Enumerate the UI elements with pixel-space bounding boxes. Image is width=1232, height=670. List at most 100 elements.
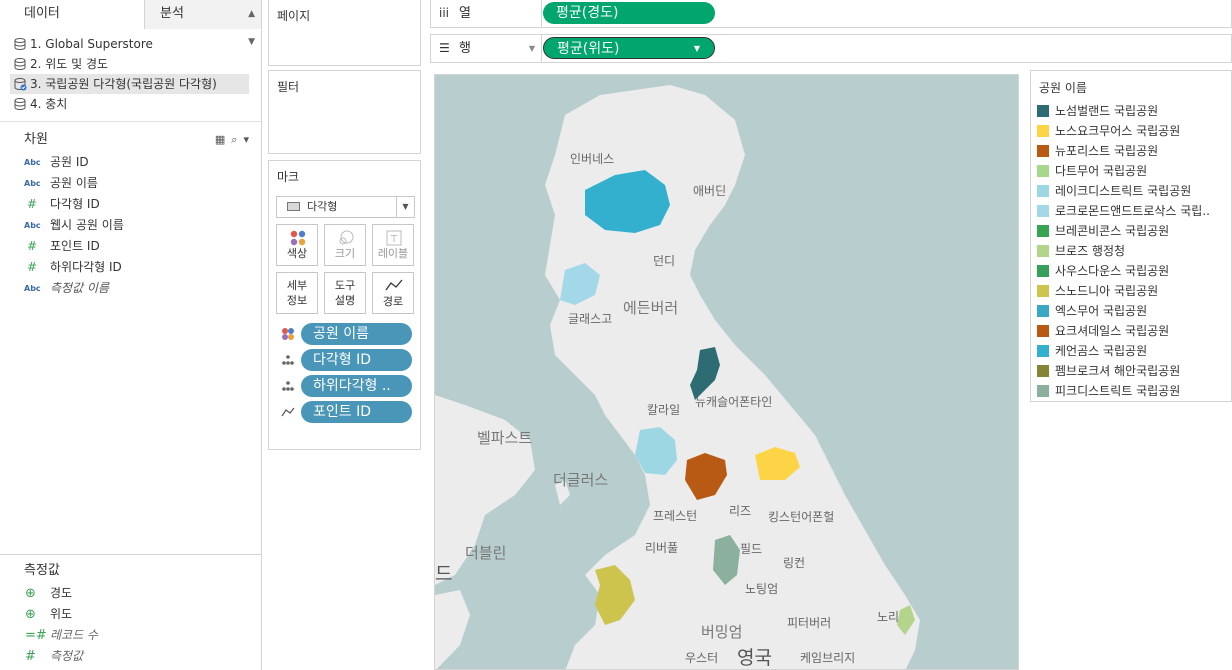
label-dublin: 더블린	[465, 544, 506, 562]
chevron-down-icon[interactable]: ▼	[396, 197, 414, 217]
columns-pill-avg-longitude[interactable]: 평균(경도)	[543, 2, 715, 24]
tab-data[interactable]: 데이터	[0, 0, 145, 29]
legend-item[interactable]: 스노드니아 국립공원	[1031, 281, 1231, 301]
label-t-icon: T	[386, 230, 402, 246]
measure-field[interactable]: ⊕ 위도	[0, 604, 261, 625]
legend-title: 공원 이름	[1039, 81, 1087, 95]
rows-pill-avg-latitude[interactable]: 평균(위도) ▼	[543, 37, 715, 59]
legend-swatch	[1037, 385, 1049, 397]
legend-item[interactable]: 사우스다운스 국립공원	[1031, 261, 1231, 281]
legend-item[interactable]: 노스요크무어스 국립공원	[1031, 121, 1231, 141]
pill-point-id[interactable]: 포인트 ID	[301, 401, 412, 423]
mark-pill-row[interactable]: 하위다각형 ..	[281, 375, 412, 397]
columns-shelf[interactable]: iii 열 평균(경도)	[430, 0, 1232, 28]
dimension-field[interactable]: # 다각형 ID	[0, 194, 261, 215]
legend-swatch	[1037, 305, 1049, 317]
path-button[interactable]: 경로	[372, 272, 414, 314]
legend-label: 로크로몬드앤드트로삭스 국립..	[1055, 204, 1210, 218]
dimension-field[interactable]: Abc 웹시 공원 이름	[0, 215, 261, 236]
color-button[interactable]: 색상	[276, 224, 318, 266]
datasource-item[interactable]: 4. 충치	[10, 94, 249, 114]
map-canvas[interactable]: 인버네스 애버딘 던디 에든버러 글래스고 칼라일 뉴캐슬어폰타인 벨파스트 더…	[435, 75, 1019, 670]
tooltip-button[interactable]: 도구 설명	[324, 272, 366, 314]
field-name: 하위다각형 ID	[50, 260, 122, 274]
menu-chevron-icon[interactable]: ▾	[243, 133, 255, 146]
legend-label: 노섬벌랜드 국립공원	[1055, 104, 1159, 118]
size-button[interactable]: 크기	[324, 224, 366, 266]
datasource-item[interactable]: 2. 위도 및 경도	[10, 54, 249, 74]
legend-item[interactable]: 노섬벌랜드 국립공원	[1031, 101, 1231, 121]
up-down-arrow-icon[interactable]: ▲ ▼	[248, 0, 255, 56]
chevron-down-icon[interactable]: ▼	[529, 35, 535, 62]
filters-card[interactable]: 필터	[268, 70, 421, 154]
legend-item[interactable]: 피크디스트릭트 국립공원	[1031, 381, 1231, 401]
dimension-field[interactable]: # 하위다각형 ID	[0, 257, 261, 278]
legend-item[interactable]: 케언곰스 국립공원	[1031, 341, 1231, 361]
mark-pill-row[interactable]: 공원 이름	[281, 323, 412, 345]
label-worcester: 우스터	[685, 651, 718, 665]
tab-analysis[interactable]: 분석 ▲ ▼	[145, 0, 261, 47]
measures-title: 측정값	[24, 563, 60, 578]
legend-item[interactable]: 브레콘비콘스 국립공원	[1031, 221, 1231, 241]
columns-icon: iii	[439, 6, 450, 20]
field-name: 공원 이름	[50, 176, 98, 190]
label-newcastle: 뉴캐슬어폰타인	[695, 395, 772, 409]
legend-label: 피크디스트릭트 국립공원	[1055, 384, 1181, 398]
measures-header: 측정값	[0, 555, 261, 583]
datasource-list: 1. Global Superstore 2. 위도 및 경도 3. 국립공원 …	[0, 29, 261, 114]
dimension-field[interactable]: # 포인트 ID	[0, 236, 261, 257]
datasource-label: 3. 국립공원 다각형(국립공원 다각형)	[30, 77, 217, 91]
field-name: 포인트 ID	[50, 239, 100, 253]
label-ireland-edge: 드	[435, 563, 452, 585]
detail-button[interactable]: 세부 정보	[276, 272, 318, 314]
label-peterborough: 피터버러	[787, 616, 831, 630]
legend-label: 레이크디스트릭트 국립공원	[1055, 184, 1192, 198]
legend-item[interactable]: 브로즈 행정청	[1031, 241, 1231, 261]
dimension-field[interactable]: Abc 측정값 이름	[0, 278, 261, 299]
pill-polygon-id[interactable]: 다각형 ID	[301, 349, 412, 371]
search-icon[interactable]: ⌕	[231, 133, 243, 146]
legend-item[interactable]: 다트무어 국립공원	[1031, 161, 1231, 181]
legend-swatch	[1037, 325, 1049, 337]
string-type-icon: Abc	[24, 284, 41, 293]
datasource-label: 1. Global Superstore	[30, 37, 153, 51]
label-england: 영국	[737, 647, 772, 669]
mark-type-dropdown[interactable]: 다각형 ▼	[276, 196, 415, 218]
measure-field[interactable]: ⊕ 경도	[0, 583, 261, 604]
mark-pill-row[interactable]: 다각형 ID	[281, 349, 412, 371]
pages-card[interactable]: 페이지	[268, 0, 421, 66]
legend-swatch	[1037, 105, 1049, 117]
color-label: 색상	[286, 247, 308, 260]
label-preston: 프레스턴	[653, 509, 697, 523]
chevron-down-icon[interactable]: ▼	[694, 38, 700, 60]
map-view[interactable]: 인버네스 애버딘 던디 에든버러 글래스고 칼라일 뉴캐슬어폰타인 벨파스트 더…	[434, 74, 1019, 670]
color-dots-icon	[282, 328, 294, 340]
dimension-field[interactable]: Abc 공원 이름	[0, 173, 261, 194]
dimension-field[interactable]: Abc 공원 ID	[0, 152, 261, 173]
measure-field[interactable]: =# 레코드 수	[0, 625, 261, 646]
globe-icon: ⊕	[25, 586, 36, 601]
datasource-item-selected[interactable]: 3. 국립공원 다각형(국립공원 다각형)	[10, 74, 249, 94]
datasource-item[interactable]: 1. Global Superstore	[10, 34, 249, 54]
color-legend: 공원 이름 노섬벌랜드 국립공원노스요크무어스 국립공원 뉴포리스트 국립공원 다트…	[1030, 70, 1232, 402]
polygon-mark-icon	[287, 202, 300, 211]
globe-icon: ⊕	[25, 607, 36, 622]
legend-item[interactable]: 엑스무어 국립공원	[1031, 301, 1231, 321]
pill-subpolygon-id[interactable]: 하위다각형 ..	[301, 375, 412, 397]
label-button[interactable]: T 레이블	[372, 224, 414, 266]
mark-pill-row[interactable]: 포인트 ID	[281, 401, 412, 423]
marks-card: 마크 다각형 ▼ 색상 크기 T 레이블 세부 정보 도구 설명 경로 공원 이…	[268, 160, 421, 450]
legend-item[interactable]: 뉴포리스트 국립공원	[1031, 141, 1231, 161]
rows-shelf[interactable]: ☰ 행 ▼ 평균(위도) ▼	[430, 34, 1232, 63]
size-label: 크기	[334, 247, 356, 260]
number-type-icon: #	[25, 649, 36, 664]
legend-item[interactable]: 레이크디스트릭트 국립공원	[1031, 181, 1231, 201]
legend-item[interactable]: 펨브로크셔 해안국립공원	[1031, 361, 1231, 381]
shelves: iii 열 평균(경도) ☰ 행 ▼ 평균(위도) ▼	[426, 0, 1232, 66]
grid-view-icon[interactable]: ▦	[215, 133, 231, 146]
detail-dots-icon	[282, 355, 294, 365]
pill-park-name[interactable]: 공원 이름	[301, 323, 412, 345]
legend-item[interactable]: 로크로몬드앤드트로삭스 국립..	[1031, 201, 1231, 221]
measure-field[interactable]: # 측정값	[0, 646, 261, 667]
legend-item[interactable]: 요크셔데일스 국립공원	[1031, 321, 1231, 341]
